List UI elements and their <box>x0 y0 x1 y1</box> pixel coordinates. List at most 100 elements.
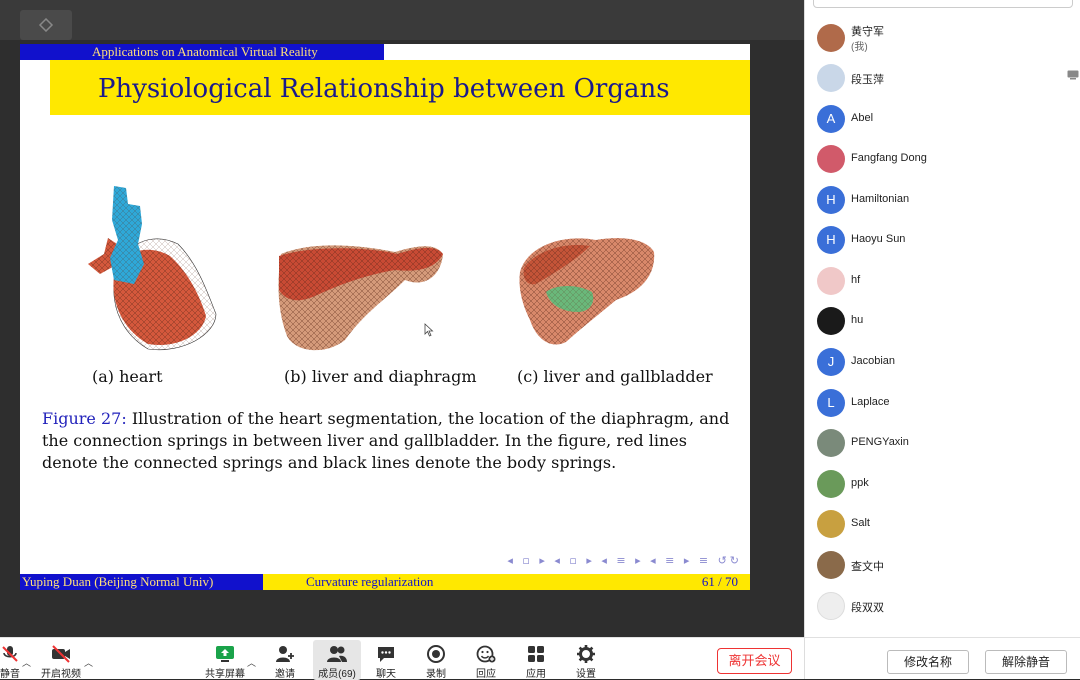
invite-label: 邀请 <box>275 669 295 680</box>
member-row[interactable]: 段双双 <box>805 586 1080 626</box>
avatar <box>817 470 845 498</box>
liver-gallbladder-image <box>519 238 655 345</box>
member-name: 查文中 <box>851 561 884 573</box>
member-row[interactable]: L Laplace <box>805 383 1080 423</box>
member-row[interactable]: PENGYaxin <box>805 423 1080 463</box>
apps-button[interactable]: 应用 <box>512 640 560 680</box>
member-row[interactable]: J Jacobian <box>805 342 1080 382</box>
member-name: Haoyu Sun <box>851 233 906 245</box>
chat-label: 聊天 <box>376 669 396 680</box>
member-name: Hamiltonian <box>851 193 910 205</box>
apps-label: 应用 <box>526 669 546 680</box>
member-name: PENGYaxin <box>851 436 909 448</box>
heart-mesh-image <box>88 186 217 351</box>
invite-button[interactable]: 邀请 <box>261 640 309 680</box>
member-row[interactable]: H Haoyu Sun <box>805 220 1080 260</box>
member-row[interactable]: hu <box>805 301 1080 341</box>
member-row[interactable]: 查文中 <box>805 545 1080 585</box>
members-icon <box>327 646 347 662</box>
share-screen-button[interactable]: 共享屏幕 <box>201 640 249 680</box>
avatar <box>817 267 845 295</box>
add-person-icon <box>276 646 294 662</box>
record-icon <box>427 645 445 663</box>
avatar <box>817 145 845 173</box>
member-name: ppk <box>851 477 869 489</box>
react-button[interactable]: 回应 <box>462 640 510 680</box>
emoji-reaction-icon <box>476 645 496 663</box>
avatar: L <box>817 389 845 417</box>
member-name: 段玉萍 <box>851 74 884 86</box>
slide-section-header: Applications on Anatomical Virtual Reali… <box>20 44 384 60</box>
share-label: 共享屏幕 <box>205 669 245 680</box>
apps-grid-icon <box>528 646 544 662</box>
footer-page-number: 61 / 70 <box>506 574 750 590</box>
member-name: Laplace <box>851 396 890 408</box>
footer-author: Yuping Duan (Beijing Normal Univ) <box>20 574 263 590</box>
member-name: Fangfang Dong <box>851 152 927 164</box>
avatar: A <box>817 105 845 133</box>
member-name: 黄守军 <box>851 26 884 38</box>
avatar <box>817 307 845 335</box>
member-name: hf <box>851 274 861 286</box>
member-name: Jacobian <box>851 355 896 367</box>
figure-caption: Figure 27: Illustration of the heart seg… <box>42 408 732 474</box>
rename-button[interactable]: 修改名称 <box>887 650 969 674</box>
member-row[interactable]: A Abel <box>805 99 1080 139</box>
avatar <box>817 429 845 457</box>
record-button[interactable]: 录制 <box>412 640 460 680</box>
liver-diaphragm-image <box>278 245 443 351</box>
member-row[interactable]: Fangfang Dong <box>805 139 1080 179</box>
member-row[interactable]: 段玉萍 <box>805 58 1080 98</box>
member-name: Abel <box>851 112 874 124</box>
member-name: 段双双 <box>851 602 884 614</box>
slide-title: Physiological Relationship between Organ… <box>98 74 670 104</box>
avatar <box>817 551 845 579</box>
share-screen-icon <box>216 646 234 662</box>
member-row[interactable]: 黄守军 (我) <box>805 18 1080 58</box>
member-search-input[interactable] <box>813 0 1073 8</box>
video-options-caret-icon[interactable]: ︿ <box>84 656 93 669</box>
leave-meeting-button[interactable]: 离开会议 <box>717 648 792 674</box>
settings-label: 设置 <box>576 669 596 680</box>
avatar: J <box>817 348 845 376</box>
avatar <box>817 64 845 92</box>
camera-off-icon <box>52 645 70 663</box>
members-label: 成员(69) <box>318 669 356 680</box>
diamond-icon <box>38 18 54 32</box>
start-video-button[interactable]: 开启视频 <box>37 640 85 680</box>
beamer-navigation[interactable]: ◂ ▫ ▸ ◂ ▫ ▸ ◂ ≡ ▸ ◂ ≡ ▸ ≡ ↺↻ <box>507 554 742 567</box>
avatar <box>817 24 845 52</box>
caption-liver-diaphragm: (b) liver and diaphragm <box>284 367 477 386</box>
member-self-tag: (我) <box>851 42 868 53</box>
unmute-all-button[interactable]: 解除静音 <box>985 650 1067 674</box>
figure-label: Figure 27: <box>42 409 127 428</box>
microphone-muted-icon <box>2 646 18 662</box>
avatar <box>817 592 845 620</box>
settings-button[interactable]: 设置 <box>562 640 610 680</box>
chat-button[interactable]: 聊天 <box>362 640 410 680</box>
member-row[interactable]: Salt <box>805 504 1080 544</box>
shared-screen-area: Applications on Anatomical Virtual Reali… <box>0 0 804 637</box>
member-row[interactable]: hf <box>805 261 1080 301</box>
mouse-cursor-icon <box>424 323 434 337</box>
slide-title-bar: Physiological Relationship between Organ… <box>50 60 750 115</box>
caption-liver-gallbladder: (c) liver and gallbladder <box>517 367 713 386</box>
record-label: 录制 <box>426 669 446 680</box>
member-row[interactable]: ppk <box>805 464 1080 504</box>
chat-bubble-icon <box>378 647 394 662</box>
members-button[interactable]: 成员(69) <box>313 640 361 680</box>
meeting-toolbar: 静音 ︿ 开启视频 ︿ 共享屏幕 ︿ 邀请 成员(69) 聊天 录制 回应 应用… <box>0 637 804 680</box>
react-label: 回应 <box>476 669 496 680</box>
avatar <box>817 510 845 538</box>
share-topbar <box>0 0 804 40</box>
view-toggle-button[interactable] <box>20 10 72 40</box>
members-panel-footer: 修改名称 解除静音 <box>805 637 1080 679</box>
member-row[interactable]: H Hamiltonian <box>805 180 1080 220</box>
mute-options-caret-icon[interactable]: ︿ <box>22 656 31 669</box>
gear-icon <box>577 645 595 663</box>
avatar: H <box>817 186 845 214</box>
members-panel: 黄守军 (我) 段玉萍 A Abel Fangfang Dong H Hamil… <box>804 0 1080 679</box>
figure-description: Illustration of the heart segmentation, … <box>42 409 730 472</box>
avatar: H <box>817 226 845 254</box>
share-options-caret-icon[interactable]: ︿ <box>247 656 256 669</box>
